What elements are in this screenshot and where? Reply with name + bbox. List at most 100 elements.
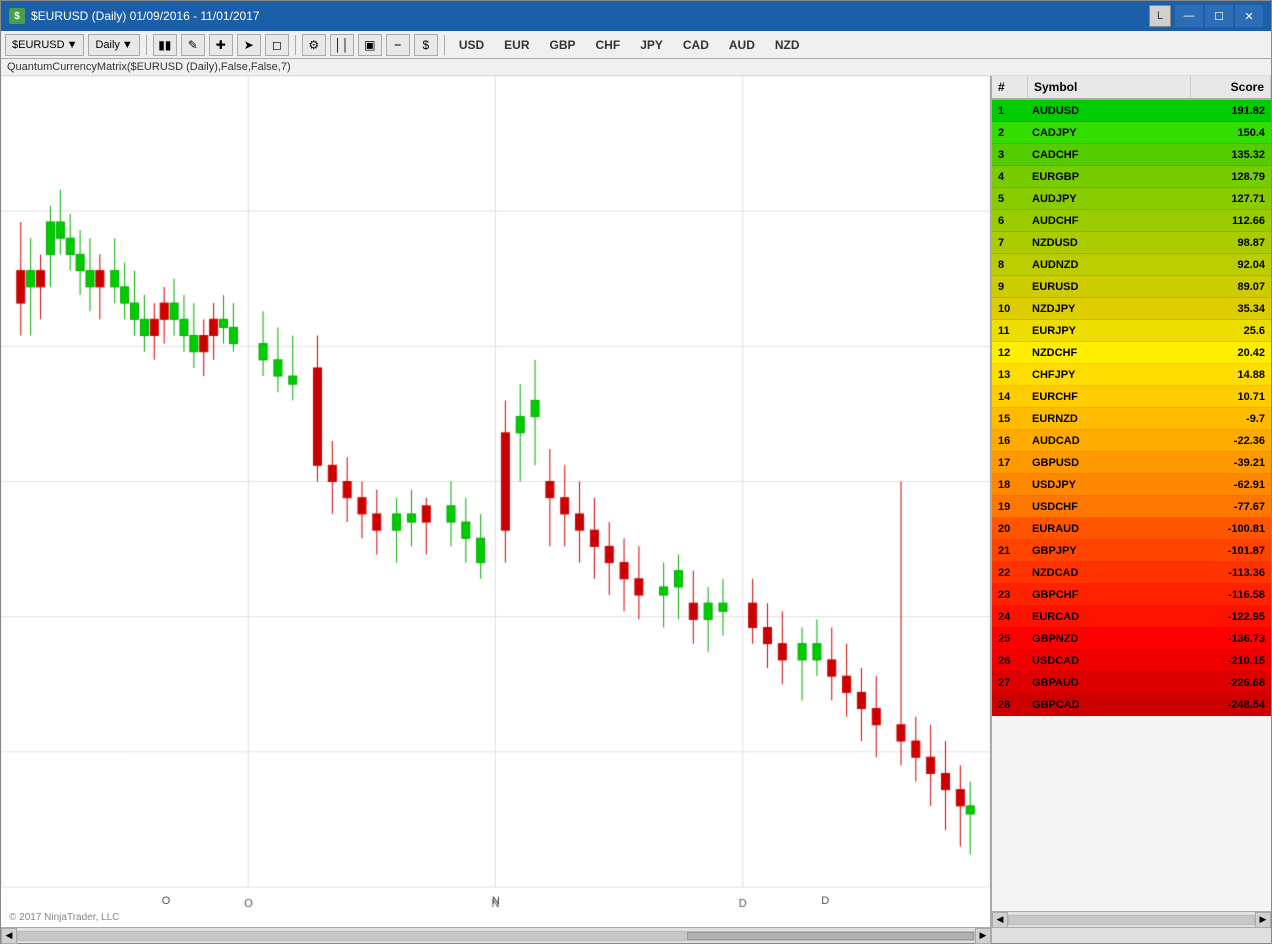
row-symbol: EURNZD <box>1028 413 1191 425</box>
score-row[interactable]: 7 NZDUSD 98.87 <box>992 232 1271 254</box>
score-row[interactable]: 4 EURGBP 128.79 <box>992 166 1271 188</box>
scoreboard-scrollbar[interactable]: ◀ ▶ <box>992 911 1271 927</box>
score-row[interactable]: 6 AUDCHF 112.66 <box>992 210 1271 232</box>
row-score: -62.91 <box>1191 479 1271 491</box>
row-rank: 3 <box>992 149 1028 161</box>
indicator-btn[interactable]: $ <box>414 34 438 56</box>
currency-eur[interactable]: EUR <box>496 34 537 56</box>
score-row[interactable]: 16 AUDCAD -22.36 <box>992 430 1271 452</box>
row-score: 25.6 <box>1191 325 1271 337</box>
header-score: Score <box>1191 76 1271 98</box>
row-rank: 12 <box>992 347 1028 359</box>
row-rank: 26 <box>992 655 1028 667</box>
row-symbol: USDCAD <box>1028 655 1191 667</box>
row-score: -116.58 <box>1191 589 1271 601</box>
score-row[interactable]: 18 USDJPY -62.91 <box>992 474 1271 496</box>
row-rank: 2 <box>992 127 1028 139</box>
score-row[interactable]: 19 USDCHF -77.67 <box>992 496 1271 518</box>
score-row[interactable]: 14 EURCHF 10.71 <box>992 386 1271 408</box>
row-score: 35.34 <box>1191 303 1271 315</box>
row-symbol: EURUSD <box>1028 281 1191 293</box>
close-button[interactable]: ✕ <box>1235 5 1263 27</box>
score-row[interactable]: 5 AUDJPY 127.71 <box>992 188 1271 210</box>
scroll-right-btn[interactable]: ▶ <box>1255 912 1271 928</box>
properties-btn[interactable]: ⚙ <box>302 34 326 56</box>
symbol-dropdown[interactable]: $EURUSD ▼ <box>5 34 84 56</box>
score-bottom-scroll <box>991 927 1271 943</box>
scroll-left-btn[interactable]: ◀ <box>992 912 1008 928</box>
scroll-track[interactable] <box>1008 915 1255 925</box>
row-rank: 8 <box>992 259 1028 271</box>
row-score: 150.4 <box>1191 127 1271 139</box>
currency-nzd[interactable]: NZD <box>767 34 808 56</box>
score-row[interactable]: 28 GBPCAD -248.54 <box>992 694 1271 716</box>
minimize-button[interactable]: — <box>1175 5 1203 27</box>
chart-type-btn[interactable]: ▮▮ <box>153 34 177 56</box>
score-row[interactable]: 23 GBPCHF -116.58 <box>992 584 1271 606</box>
score-row[interactable]: 17 GBPUSD -39.21 <box>992 452 1271 474</box>
score-row[interactable]: 20 EURAUD -100.81 <box>992 518 1271 540</box>
currency-cad[interactable]: CAD <box>675 34 717 56</box>
row-rank: 14 <box>992 391 1028 403</box>
crosshair-btn[interactable]: ✚ <box>209 34 233 56</box>
score-row[interactable]: 10 NZDJPY 35.34 <box>992 298 1271 320</box>
row-symbol: GBPUSD <box>1028 457 1191 469</box>
header-rank: # <box>992 76 1028 98</box>
row-rank: 18 <box>992 479 1028 491</box>
select-btn[interactable]: ◻ <box>265 34 289 56</box>
row-symbol: NZDJPY <box>1028 303 1191 315</box>
row-score: -39.21 <box>1191 457 1271 469</box>
row-score: 127.71 <box>1191 193 1271 205</box>
chart-scroll-right[interactable]: ▶ <box>975 928 991 944</box>
chart-scroll-left[interactable]: ◀ <box>1 928 17 944</box>
score-row[interactable]: 15 EURNZD -9.7 <box>992 408 1271 430</box>
row-rank: 11 <box>992 325 1028 337</box>
score-row[interactable]: 26 USDCAD -210.15 <box>992 650 1271 672</box>
chart-scroll-track[interactable] <box>17 931 975 941</box>
score-row[interactable]: 22 NZDCAD -113.36 <box>992 562 1271 584</box>
currency-usd[interactable]: USD <box>451 34 492 56</box>
row-rank: 4 <box>992 171 1028 183</box>
chart-scroll-thumb[interactable] <box>687 932 974 940</box>
candlestick-chart <box>1 76 990 927</box>
score-row[interactable]: 13 CHFJPY 14.88 <box>992 364 1271 386</box>
score-row[interactable]: 24 EURCAD -122.95 <box>992 606 1271 628</box>
score-row[interactable]: 2 CADJPY 150.4 <box>992 122 1271 144</box>
score-row[interactable]: 8 AUDNZD 92.04 <box>992 254 1271 276</box>
header-symbol: Symbol <box>1028 76 1191 98</box>
separator-1 <box>146 35 147 55</box>
chart-area: O N D © 2017 NinjaTrader, LLC <box>1 76 991 927</box>
draw-btn[interactable]: ✎ <box>181 34 205 56</box>
row-symbol: CHFJPY <box>1028 369 1191 381</box>
score-row[interactable]: 21 GBPJPY -101.87 <box>992 540 1271 562</box>
chart-horizontal-scrollbar[interactable]: ◀ ▶ <box>1 927 991 943</box>
row-score: 20.42 <box>1191 347 1271 359</box>
row-symbol: GBPCHF <box>1028 589 1191 601</box>
currency-gbp[interactable]: GBP <box>542 34 584 56</box>
score-row[interactable]: 27 GBPAUD -226.68 <box>992 672 1271 694</box>
candle-btn[interactable]: ▣ <box>358 34 382 56</box>
line-btn[interactable]: ⎯ <box>386 34 410 56</box>
row-rank: 25 <box>992 633 1028 645</box>
maximize-button[interactable]: ☐ <box>1205 5 1233 27</box>
bottom-scroll-row: ◀ ▶ <box>1 927 1271 943</box>
pointer-btn[interactable]: ➤ <box>237 34 261 56</box>
currency-aud[interactable]: AUD <box>721 34 763 56</box>
score-row[interactable]: 1 AUDUSD 191.82 <box>992 100 1271 122</box>
score-row[interactable]: 11 EURJPY 25.6 <box>992 320 1271 342</box>
row-score: 10.71 <box>1191 391 1271 403</box>
timeframe-dropdown[interactable]: Daily ▼ <box>88 34 139 56</box>
row-symbol: AUDNZD <box>1028 259 1191 271</box>
score-row[interactable]: 3 CADCHF 135.32 <box>992 144 1271 166</box>
currency-chf[interactable]: CHF <box>588 34 629 56</box>
currency-jpy[interactable]: JPY <box>632 34 671 56</box>
score-row[interactable]: 9 EURUSD 89.07 <box>992 276 1271 298</box>
row-rank: 5 <box>992 193 1028 205</box>
window-controls: — ☐ ✕ <box>1175 5 1263 27</box>
row-rank: 20 <box>992 523 1028 535</box>
bar-btn[interactable]: ││ <box>330 34 354 56</box>
row-symbol: AUDJPY <box>1028 193 1191 205</box>
score-row[interactable]: 25 GBPNZD -136.73 <box>992 628 1271 650</box>
row-symbol: AUDUSD <box>1028 105 1191 117</box>
score-row[interactable]: 12 NZDCHF 20.42 <box>992 342 1271 364</box>
